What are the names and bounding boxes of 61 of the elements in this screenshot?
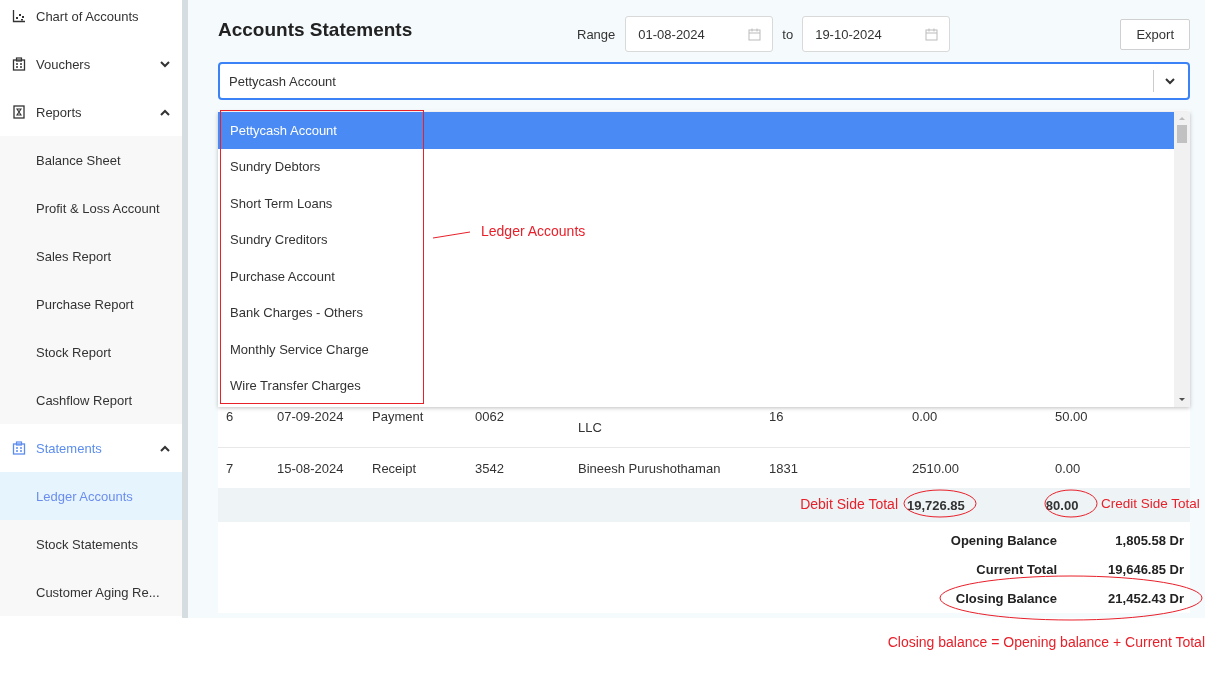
summary-value: 19,646.85 Dr [1107,562,1184,577]
dropdown-option[interactable]: Monthly Service Charge [218,331,381,368]
annotation-text: Credit Side Total [1101,495,1200,513]
table-cell-text: 3542 [474,459,505,478]
table-cell-text: 0062 [474,408,505,426]
sidebar-subitem[interactable]: Stock Report [0,328,182,376]
chevron-down-icon [160,60,170,68]
table-cell-text: 16 [768,408,785,426]
chevron-up-icon [160,444,170,452]
calendar-icon [925,27,939,41]
to-label: to [782,26,794,42]
export-button[interactable]: Export [1120,18,1190,50]
table-cell-text: LLC [577,419,603,437]
range-label: Range [577,26,616,42]
dropdown-option[interactable]: Bank Charges - Others [218,294,375,331]
table-cell-text: 2510.00 [911,459,960,478]
dropdown-option[interactable]: Sundry Creditors [218,221,340,258]
sidebar-subitem[interactable]: Stock Statements [0,520,182,568]
date-field[interactable]: 01-08-2024 [625,16,774,52]
date-field[interactable]: 19-10-2024 [802,16,951,52]
summary-value: 21,452.43 Dr [1107,591,1184,606]
dropdown-option[interactable]: Sundry Debtors [218,148,333,185]
sidebar-subitem[interactable]: Customer Aging Re... [0,568,182,616]
table-cell-text: Payment [371,408,425,426]
summary-label: Current Total [975,562,1057,577]
table-cell-text: 6 [225,408,235,426]
page-title: Accounts Statements [218,18,414,41]
table-cell-text: Receipt [371,459,418,478]
chart-icon [12,9,26,23]
annotation-text: Debit Side Total [800,495,898,513]
sidebar-subitem[interactable]: Sales Report [0,232,182,280]
clipboard-icon [12,57,26,71]
sidebar-subitem[interactable]: Purchase Report [0,280,182,328]
table-cell-text: 7 [225,459,235,478]
account-select[interactable]: Pettycash Account [218,62,1190,100]
table-cell-text: 1831 [768,459,799,478]
table-cell-text: 50.00 [1054,408,1089,426]
summary-label: Opening Balance [949,533,1057,548]
chevron-up-icon [160,108,170,116]
highlight-ellipse [1044,489,1098,518]
table-cell-text: 0.00 [911,408,939,426]
dropdown-option[interactable]: Purchase Account [218,258,347,295]
dropdown-option[interactable]: Wire Transfer Charges [218,367,373,404]
debit-total: 19,726.85 [906,497,965,513]
document-icon [12,105,26,119]
table-cell-text: 0.00 [1054,459,1082,478]
summary-value: 1,805.58 Dr [1114,533,1184,548]
dropdown-option[interactable]: Short Term Loans [218,185,345,222]
table-cell-text: 15-08-2024 [276,459,345,478]
building-icon [12,441,26,455]
annotation-text: Ledger Accounts [481,222,586,240]
sidebar-subitem[interactable]: Profit & Loss Account [0,184,182,232]
leader-line [432,231,471,239]
credit-total: 80.00 [1045,497,1079,513]
summary-label: Closing Balance [954,591,1057,606]
sidebar-subitem[interactable]: Cashflow Report [0,376,182,424]
table-cell-text: Bineesh Purushothaman [577,459,722,478]
annotation-text: Closing balance = Opening balance + Current Total [887,633,1205,651]
sidebar-subitem[interactable]: Balance Sheet [0,136,182,184]
calendar-icon [748,27,762,41]
chevron-down-icon [1165,77,1175,85]
